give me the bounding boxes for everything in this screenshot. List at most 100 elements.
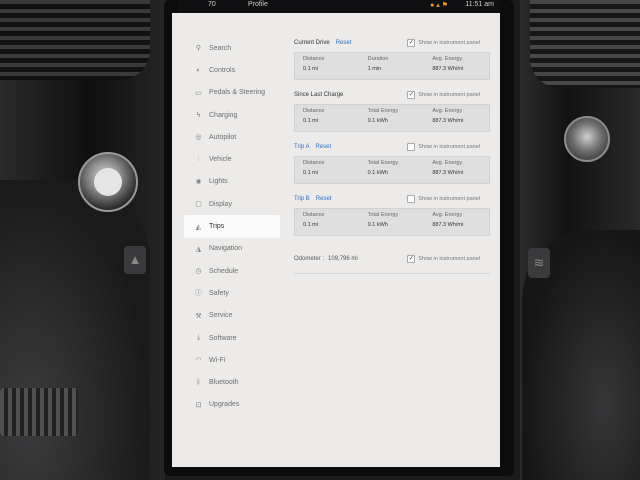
section-header: Trip B Reset Show in instrument panel [294,193,490,205]
trips-icon: ◭ [195,223,202,231]
reset-button[interactable]: Reset [336,40,352,46]
sidebar-item-label: Lights [209,178,228,186]
stat-label: Duration [367,56,389,62]
checkbox-empty-icon[interactable] [407,195,416,203]
sidebar-item-vehicle[interactable]: ⫶ Vehicle [184,148,280,170]
sidebar-item-label: Trips [209,223,225,231]
sidebar-item-label: Software [209,334,237,342]
stat-label: Avg. Energy [432,160,463,166]
sidebar-item-bluetooth[interactable]: ᛒ Bluetooth [184,371,280,393]
stat-value: 0.1 mi [303,66,318,72]
section-title: Since Last Charge [294,92,344,98]
sidebar-item-upgrades[interactable]: ⊡ Upgrades [184,394,280,416]
sidebar-item-lights[interactable]: ✺ Lights [184,171,280,193]
sidebar-item-label: Bluetooth [209,379,239,387]
stat-cell: Total Energy 0.1 kWh [360,157,425,183]
sidebar-item-label: Wi-Fi [209,356,226,364]
sidebar-item-label: Search [209,44,232,52]
divider [294,273,490,274]
car-icon: ▭ [195,89,202,97]
settings-screen: ⚲ Search ◐ Controls ▭ Pedals & Steering ϟ Charg… [172,13,500,467]
stat-cell: Avg. Energy 887.3 Wh/mi [424,105,489,131]
sidebar-item-wi-fi[interactable]: ◠ Wi-Fi [184,349,280,371]
sidebar-item-search[interactable]: ⚲ Search [184,37,280,59]
floor-pedal [0,388,78,436]
sidebar-item-software[interactable]: ⤓ Software [184,327,280,349]
show-in-panel-checkbox[interactable]: ✓ Show in instrument panel [407,255,480,263]
sidebar-item-pedals-steering[interactable]: ▭ Pedals & Steering [184,82,280,104]
show-in-panel-checkbox[interactable]: Show in instrument panel [407,195,480,203]
stat-value: 0.1 kWh [367,118,388,124]
sidebar-item-label: Navigation [209,245,243,253]
steering-wheel-icon: ◎ [195,134,202,142]
sidebar-item-navigation[interactable]: ◮ Navigation [184,238,280,260]
wrench-icon: ⚒ [195,312,202,320]
trip-stats: Distance 0.1 mi Total Energy 0.1 kWh Avg. En… [294,208,490,236]
section-header: Trip A Reset Show in instrument panel [294,141,490,153]
stat-cell: Duration 1 min [360,53,425,79]
trip-stats: Distance 0.1 mi Total Energy 0.1 kWh Avg. En… [294,156,490,184]
temperature-readout: 70 [208,1,216,8]
section-title: Trip B [294,196,310,202]
stat-cell: Avg. Energy 887.3 Wh/mi [424,157,489,183]
lightning-icon: ϟ [196,111,201,119]
sidebar-item-schedule[interactable]: ◷ Schedule [184,260,280,282]
profile-button[interactable]: Profile [248,1,268,8]
show-in-panel-checkbox[interactable]: ✓ Show in instrument panel [407,91,480,99]
sidebar-item-display[interactable]: ▢ Display [184,193,280,215]
checkbox-label: Show in instrument panel [418,196,480,202]
odometer-value: 109,796 mi [328,256,358,262]
sidebar-item-label: Service [209,312,233,320]
trip-stats: Distance 0.1 mi Total Energy 0.1 kWh Avg. En… [294,104,490,132]
seat-heater-icon: ≋ [528,248,550,278]
sidebar-item-autopilot[interactable]: ◎ Autopilot [184,126,280,148]
upgrades-icon: ⊡ [195,401,202,409]
hazard-icon: ▲ [124,246,146,274]
stat-value: 887.3 Wh/mi [432,170,464,176]
bluetooth-icon: ᛒ [196,379,201,387]
sidebar-item-label: Controls [209,66,236,74]
checkbox-empty-icon[interactable] [407,143,416,151]
sidebar-item-label: Safety [209,289,229,297]
stat-cell: Total Energy 0.1 kWh [360,209,425,235]
stat-label: Avg. Energy [432,108,463,114]
checkmark-icon[interactable]: ✓ [407,39,416,47]
air-vent-right [530,0,640,88]
sidebar-item-charging[interactable]: ϟ Charging [184,104,280,126]
status-icons: ● ▴ ⚑ [430,2,448,9]
sidebar-item-service[interactable]: ⚒ Service [184,305,280,327]
sliders-icon: ⫶ [197,155,200,163]
stat-value: 0.1 mi [303,118,318,124]
sidebar-item-controls[interactable]: ◐ Controls [184,59,280,81]
stat-value: 887.3 Wh/mi [432,118,464,124]
stat-label: Avg. Energy [432,56,463,62]
stat-cell: Avg. Energy 887.3 Wh/mi [424,209,489,235]
sidebar-item-label: Schedule [209,267,239,275]
checkmark-icon[interactable]: ✓ [407,91,416,99]
stat-label: Total Energy [367,212,399,218]
show-in-panel-checkbox[interactable]: Show in instrument panel [407,143,480,151]
checkmark-icon[interactable]: ✓ [407,255,416,263]
stat-cell: Distance 0.1 mi [295,157,360,183]
sidebar-item-trips[interactable]: ◭ Trips [184,215,280,238]
stat-label: Total Energy [367,108,399,114]
navigation-icon: ◮ [195,245,202,253]
stat-value: 0.1 kWh [367,222,388,228]
search-icon: ⚲ [195,45,202,53]
trips-panel: Current Drive Reset ✓ Show in instrument pa… [294,37,490,274]
checkbox-label: Show in instrument panel [418,40,480,46]
air-vent-left [0,0,150,80]
stat-cell: Total Energy 0.1 kWh [360,105,425,131]
reset-button[interactable]: Reset [315,144,331,150]
stat-label: Total Energy [367,160,399,166]
trip-stats: Distance 0.1 mi Duration 1 min Avg. Energy 88… [294,52,490,80]
show-in-panel-checkbox[interactable]: ✓ Show in instrument panel [407,39,480,47]
sidebar-item-label: Upgrades [209,401,240,409]
checkbox-label: Show in instrument panel [418,92,480,98]
lightbulb-icon: ✺ [195,178,202,186]
download-icon: ⤓ [196,334,201,341]
sidebar-item-safety[interactable]: ⓘ Safety [184,282,280,304]
stat-cell: Distance 0.1 mi [295,105,360,131]
reset-button[interactable]: Reset [316,196,332,202]
stat-value: 887.3 Wh/mi [432,66,464,72]
